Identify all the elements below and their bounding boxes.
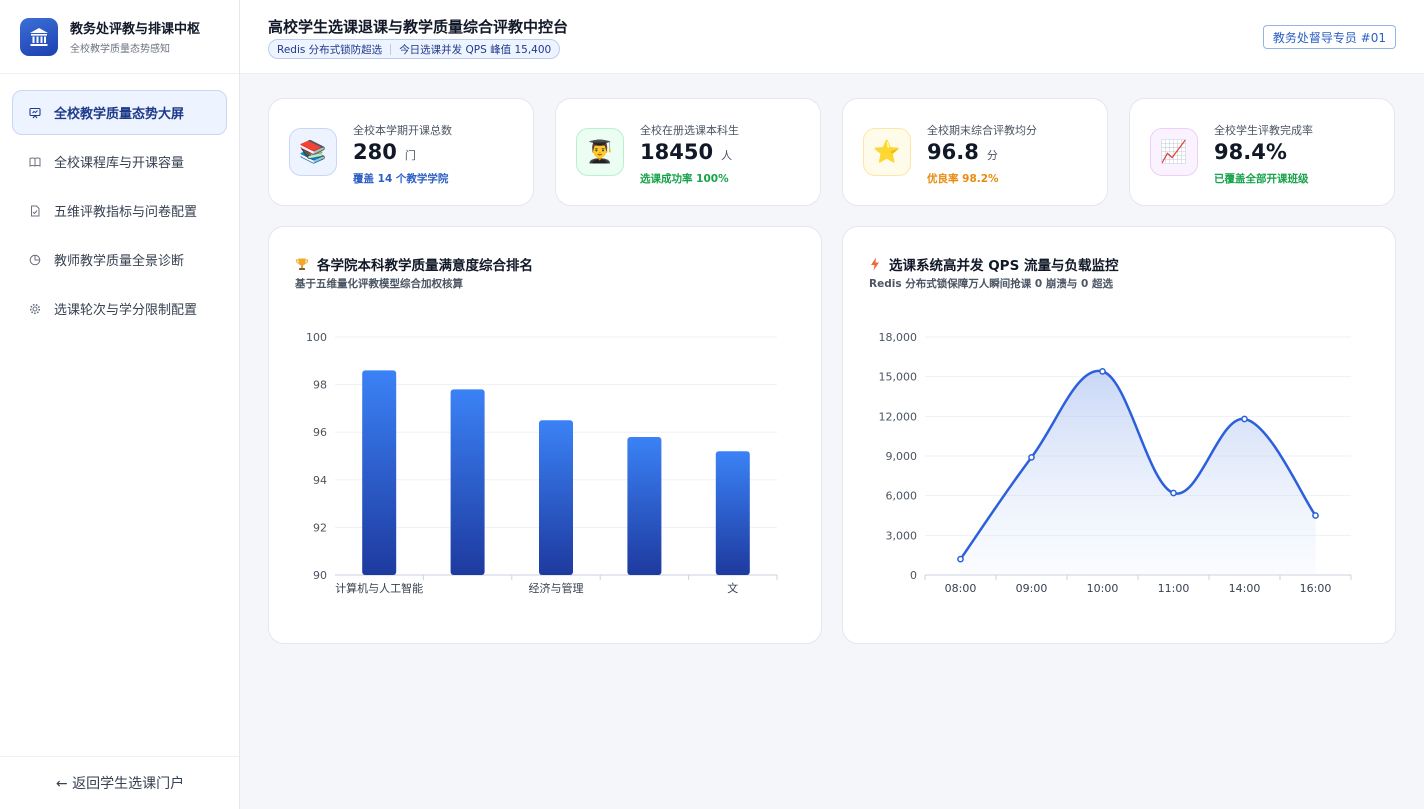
bar [362, 370, 397, 575]
sidebar-item-label: 全校课程库与开课容量 [54, 156, 185, 171]
data-point [1028, 453, 1035, 461]
page-title: 高校学生选课退课与教学质量综合评教中控台 [268, 18, 569, 36]
college-ranking-panel: 各学院本科教学质量满意度综合排名 基于五维量化评教模型综合加权核算 90 92 94… [268, 226, 822, 644]
stat-card-courses: 📚 全校本学期开课总数 280 门 覆盖 14 个教学学院 [268, 98, 534, 206]
y-tick-label: 100 [306, 331, 327, 344]
sidebar-item-credit-config[interactable]: 选课轮次与学分限制配置 [12, 286, 227, 331]
y-tick-label: 0 [910, 569, 917, 582]
x-tick-label: 14:00 [1229, 582, 1261, 595]
stat-value: 18450 [640, 140, 714, 164]
data-point [1241, 415, 1248, 423]
y-tick-label: 94 [313, 474, 327, 487]
back-to-portal-link[interactable]: ← 返回学生选课门户 [0, 756, 240, 809]
sidebar-item-evaluation-config[interactable]: 五维评教指标与问卷配置 [12, 188, 227, 233]
x-tick-label: 计算机与人工智能 [335, 581, 423, 595]
bar [450, 389, 485, 575]
stat-note: 选课成功率 100% [640, 173, 729, 185]
data-point [957, 555, 964, 563]
x-tick-label: 09:00 [1016, 582, 1048, 595]
stat-note: 覆盖 14 个教学学院 [353, 173, 449, 185]
x-tick-label: 08:00 [945, 582, 977, 595]
status-pill: Redis 分布式锁防超选 今日选课并发 QPS 峰值 15,400 [268, 39, 561, 59]
y-tick-label: 92 [313, 521, 327, 534]
x-tick-label: 16:00 [1300, 582, 1332, 595]
stat-card-completion-rate: 📈 全校学生评教完成率 98.4% 已覆盖全部开课班级 [1129, 98, 1395, 206]
sidebar-item-quality-dashboard[interactable]: 全校教学质量态势大屏 [12, 90, 227, 135]
stat-label: 全校本学期开课总数 [353, 124, 452, 137]
qps-line-chart: 0 3,000 6,000 9,000 12,000 15,000 18,000 08:00 0… [879, 331, 1352, 595]
stat-label: 全校学生评教完成率 [1214, 124, 1313, 137]
x-tick-label: 文 [727, 581, 738, 595]
stat-note: 已覆盖全部开课班级 [1214, 173, 1309, 185]
book-icon [29, 156, 41, 168]
y-tick-label: 90 [313, 569, 327, 582]
sidebar-item-label: 全校教学质量态势大屏 [54, 107, 185, 122]
y-tick-label: 12,000 [879, 410, 918, 423]
document-icon [29, 205, 41, 217]
stat-value: 96.8 [927, 140, 979, 164]
trend-chart-icon: 📈 [1150, 128, 1198, 176]
star-icon: ⭐ [863, 128, 911, 176]
data-point [1312, 512, 1319, 519]
stat-value: 98.4% [1214, 140, 1287, 164]
stat-unit: 分 [986, 149, 998, 162]
brand-subtitle: 全校教学质量态势感知 [70, 44, 170, 55]
y-tick-label: 3,000 [886, 529, 918, 542]
stat-card-students: 👨‍🎓 全校在册选课本科生 18450 人 选课成功率 100% [555, 98, 821, 206]
y-tick-label: 96 [313, 426, 327, 439]
header: 高校学生选课退课与教学质量综合评教中控台 Redis 分布式锁防超选 今日选课并… [240, 0, 1424, 74]
stat-unit: 人 [721, 149, 733, 162]
y-tick-label: 15,000 [879, 371, 918, 384]
y-tick-label: 98 [313, 379, 327, 392]
bar [715, 451, 750, 575]
y-tick-label: 18,000 [879, 331, 918, 344]
sidebar: 教务处评教与排课中枢 全校教学质量态势感知 全校教学质量态势大屏 全校课程库与开… [0, 0, 240, 809]
y-tick-label: 6,000 [886, 490, 918, 503]
stat-card-evaluation-score: ⭐ 全校期末综合评教均分 96.8 分 优良率 98.2% [842, 98, 1108, 206]
x-tick-label: 11:00 [1158, 582, 1190, 595]
stat-label: 全校期末综合评教均分 [927, 124, 1037, 137]
sidebar-item-teacher-diagnosis[interactable]: 教师教学质量全景诊断 [12, 237, 227, 282]
x-tick-label: 10:00 [1087, 582, 1119, 595]
sidebar-nav: 全校教学质量态势大屏 全校课程库与开课容量 五维评教指标与问卷配置 教师教学质量… [0, 74, 239, 351]
sidebar-item-label: 教师教学质量全景诊断 [54, 254, 185, 269]
y-tick-label: 9,000 [886, 450, 918, 463]
stat-value: 280 [353, 140, 397, 164]
sidebar-item-label: 选课轮次与学分限制配置 [54, 303, 198, 318]
brand-title: 教务处评教与排课中枢 [70, 22, 201, 37]
college-ranking-bar-chart: 90 92 94 96 98 100 计算机与人工智能 经济与管理 文 [306, 331, 778, 595]
pie-icon [29, 254, 41, 266]
institution-icon [20, 17, 58, 56]
books-icon: 📚 [289, 128, 337, 176]
qps-peak-text: 今日选课并发 QPS 峰值 15,400 [399, 43, 552, 56]
data-point [1099, 368, 1106, 375]
bar [627, 436, 662, 575]
pill-divider [390, 43, 392, 55]
data-point [1170, 489, 1177, 497]
stat-note: 优良率 98.2% [927, 173, 999, 185]
x-tick-label: 经济与管理 [529, 581, 584, 595]
lock-status-text: Redis 分布式锁防超选 [277, 43, 383, 56]
bar [539, 420, 573, 575]
gear-icon [29, 303, 41, 315]
qps-monitor-panel: 选课系统高并发 QPS 流量与负载监控 Redis 分布式锁保障万人瞬间抢课 0… [842, 226, 1396, 644]
stat-unit: 门 [404, 149, 416, 162]
stat-label: 全校在册选课本科生 [640, 124, 739, 137]
sidebar-item-course-library[interactable]: 全校课程库与开课容量 [12, 139, 227, 184]
sidebar-item-label: 五维评教指标与问卷配置 [54, 205, 198, 220]
series-area [960, 370, 1316, 575]
user-badge[interactable]: 教务处督导专员 #01 [1262, 25, 1396, 49]
graduate-icon: 👨‍🎓 [576, 128, 624, 176]
monitor-icon [29, 107, 41, 119]
brand: 教务处评教与排课中枢 全校教学质量态势感知 [0, 0, 239, 74]
